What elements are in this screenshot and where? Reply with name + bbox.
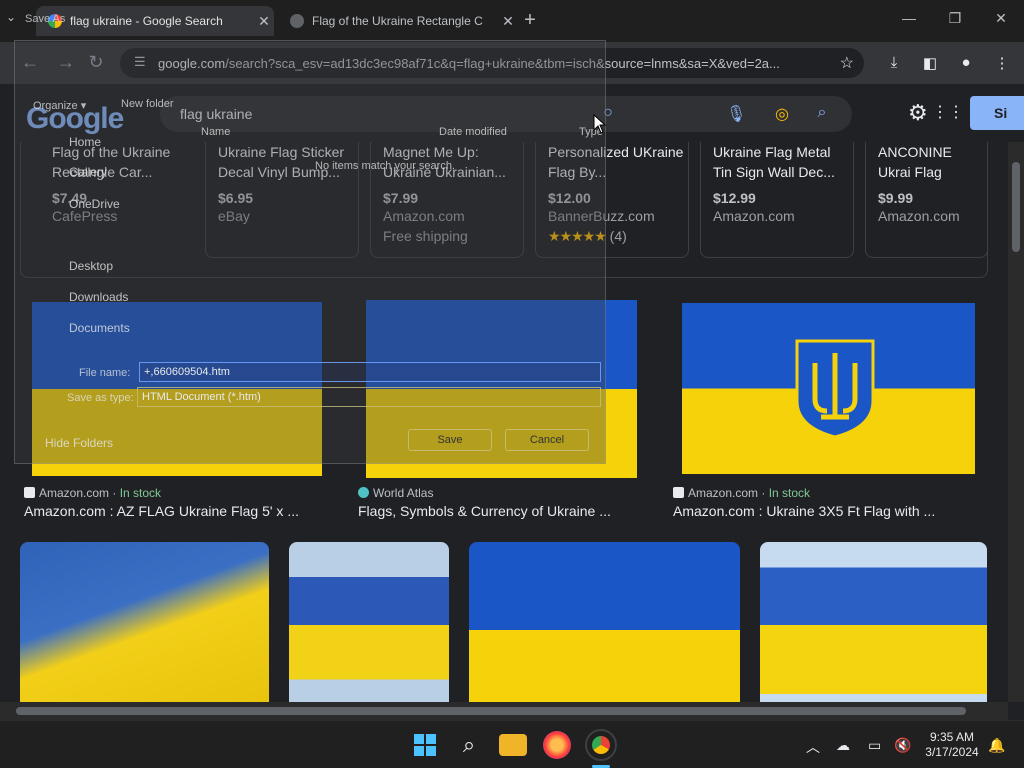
close-window-icon[interactable]: ✕ <box>986 10 1016 27</box>
sign-in-button[interactable]: Si <box>970 96 1024 130</box>
result-image[interactable] <box>682 303 975 474</box>
amazon-icon <box>673 487 684 498</box>
cancel-button[interactable]: Cancel <box>505 429 589 451</box>
result-source[interactable]: Amazon.com · In stock <box>24 486 161 500</box>
windows-logo-icon <box>414 734 436 756</box>
result-image[interactable] <box>760 542 987 702</box>
search-icon[interactable]: ⌕ <box>812 104 832 124</box>
clock-date: 3/17/2024 <box>925 745 979 759</box>
result-title[interactable]: Amazon.com : AZ FLAG Ukraine Flag 5' x .… <box>24 503 299 519</box>
settings-gear-icon[interactable]: ⚙ <box>908 100 928 126</box>
globe-favicon-icon <box>290 14 304 28</box>
tab-google-search[interactable]: flag ukraine - Google Search ✕ <box>36 6 274 36</box>
shopping-card[interactable]: Ukraine Flag Metal Tin Sign Wall Dec... … <box>700 142 854 258</box>
amazon-icon <box>24 487 35 498</box>
empty-message: No items match your search. <box>315 160 455 172</box>
result-source[interactable]: World Atlas <box>358 486 433 500</box>
new-tab-button[interactable]: + <box>518 8 542 32</box>
scroll-thumb[interactable] <box>1012 162 1020 252</box>
vertical-scrollbar[interactable] <box>1008 142 1024 702</box>
file-name-label: File name: <box>79 367 131 379</box>
profile-icon[interactable]: ● <box>956 54 976 74</box>
close-tab-icon[interactable]: ✕ <box>498 13 518 30</box>
download-icon[interactable]: ⤓ <box>884 54 904 74</box>
maximize-icon[interactable]: ❐ <box>940 10 970 27</box>
result-image[interactable] <box>469 542 740 702</box>
save-type-label: Save as type: <box>67 392 134 404</box>
notification-bell-icon[interactable]: 🔔 <box>988 737 1005 754</box>
chrome-icon[interactable] <box>585 729 617 761</box>
nav-item-desktop[interactable]: Desktop <box>69 259 113 273</box>
nav-item-onedrive[interactable]: OneDrive <box>69 197 120 211</box>
card-store: Amazon.com <box>878 208 960 224</box>
clock-time: 9:35 AM <box>929 730 975 744</box>
result-image[interactable] <box>20 542 269 702</box>
result-source[interactable]: Amazon.com · In stock <box>673 486 810 500</box>
taskbar: ⌕ ︿ ☁ ▭ 🔇 9:35 AM 3/17/2024 🔔 <box>0 720 1024 768</box>
save-as-dialog: Save As Organize ▾ New folder Name Date … <box>14 13 606 464</box>
hide-folders-toggle[interactable]: Hide Folders <box>45 436 113 450</box>
tab-title: flag ukraine - Google Search <box>70 14 223 28</box>
taskbar-search-icon[interactable]: ⌕ <box>455 731 483 759</box>
onedrive-offline-icon[interactable]: ☁ <box>836 737 850 754</box>
card-price: $9.99 <box>878 190 914 206</box>
nav-item-downloads[interactable]: Downloads <box>69 290 128 304</box>
trident-emblem-icon <box>795 339 875 439</box>
tab-flag-rectangle[interactable]: Flag of the Ukraine Rectangle C ✕ <box>278 6 518 36</box>
world-atlas-icon <box>358 487 369 498</box>
result-image[interactable] <box>289 542 449 702</box>
bookmark-star-icon[interactable]: ☆ <box>840 53 854 73</box>
column-date-modified[interactable]: Date modified <box>439 126 507 138</box>
save-type-select[interactable]: HTML Document (*.htm) <box>137 387 601 407</box>
nav-item-gallery[interactable]: Gallery <box>69 165 107 179</box>
side-panel-icon[interactable]: ◧ <box>920 54 940 74</box>
card-title: Ukraine Flag Metal Tin Sign Wall Dec... <box>713 144 835 180</box>
column-name[interactable]: Name <box>201 126 230 138</box>
mouse-cursor-icon <box>593 114 607 134</box>
tab-search-icon[interactable]: ⌄ <box>6 10 16 24</box>
nav-item-home[interactable]: Home <box>69 135 101 149</box>
minimize-icon[interactable]: — <box>894 10 924 26</box>
tab-strip: ⌄ flag ukraine - Google Search ✕ Flag of… <box>0 0 1024 42</box>
dialog-title: Save As <box>25 13 66 25</box>
result-title[interactable]: Amazon.com : Ukraine 3X5 Ft Flag with ..… <box>673 503 935 519</box>
scroll-thumb[interactable] <box>16 707 966 715</box>
file-explorer-icon[interactable] <box>499 734 527 756</box>
review-count: (4) <box>609 228 627 244</box>
network-display-icon[interactable]: ▭ <box>868 737 881 754</box>
tab-title: Flag of the Ukraine Rectangle C <box>312 14 483 28</box>
lens-camera-icon[interactable]: ◎ <box>772 104 792 124</box>
new-folder-button[interactable]: New folder <box>121 98 174 110</box>
save-button[interactable]: Save <box>408 429 492 451</box>
windows-start-icon[interactable] <box>411 731 439 759</box>
card-store: Amazon.com <box>713 208 795 224</box>
result-title[interactable]: Flags, Symbols & Currency of Ukraine ... <box>358 503 611 519</box>
horizontal-scrollbar[interactable] <box>0 702 1008 720</box>
volume-muted-icon[interactable]: 🔇 <box>894 737 911 754</box>
nav-item-documents[interactable]: Documents <box>69 321 130 335</box>
system-clock[interactable]: 9:35 AM 3/17/2024 <box>922 730 982 760</box>
card-price: $12.99 <box>713 190 756 206</box>
menu-kebab-icon[interactable]: ⋮ <box>992 54 1012 74</box>
close-tab-icon[interactable]: ✕ <box>254 13 274 30</box>
card-title: ANCONINE Ukrai Flag Ukrainian wi <box>878 144 952 180</box>
file-name-input[interactable]: +,660609504.htm <box>139 362 601 382</box>
firefox-icon[interactable] <box>543 731 571 759</box>
shopping-card[interactable]: ANCONINE Ukrai Flag Ukrainian wi $9.99 A… <box>865 142 988 258</box>
organize-button[interactable]: Organize ▾ <box>33 99 86 112</box>
microphone-icon[interactable]: 🎙 <box>726 104 746 124</box>
tray-overflow-icon[interactable]: ︿ <box>806 737 820 757</box>
